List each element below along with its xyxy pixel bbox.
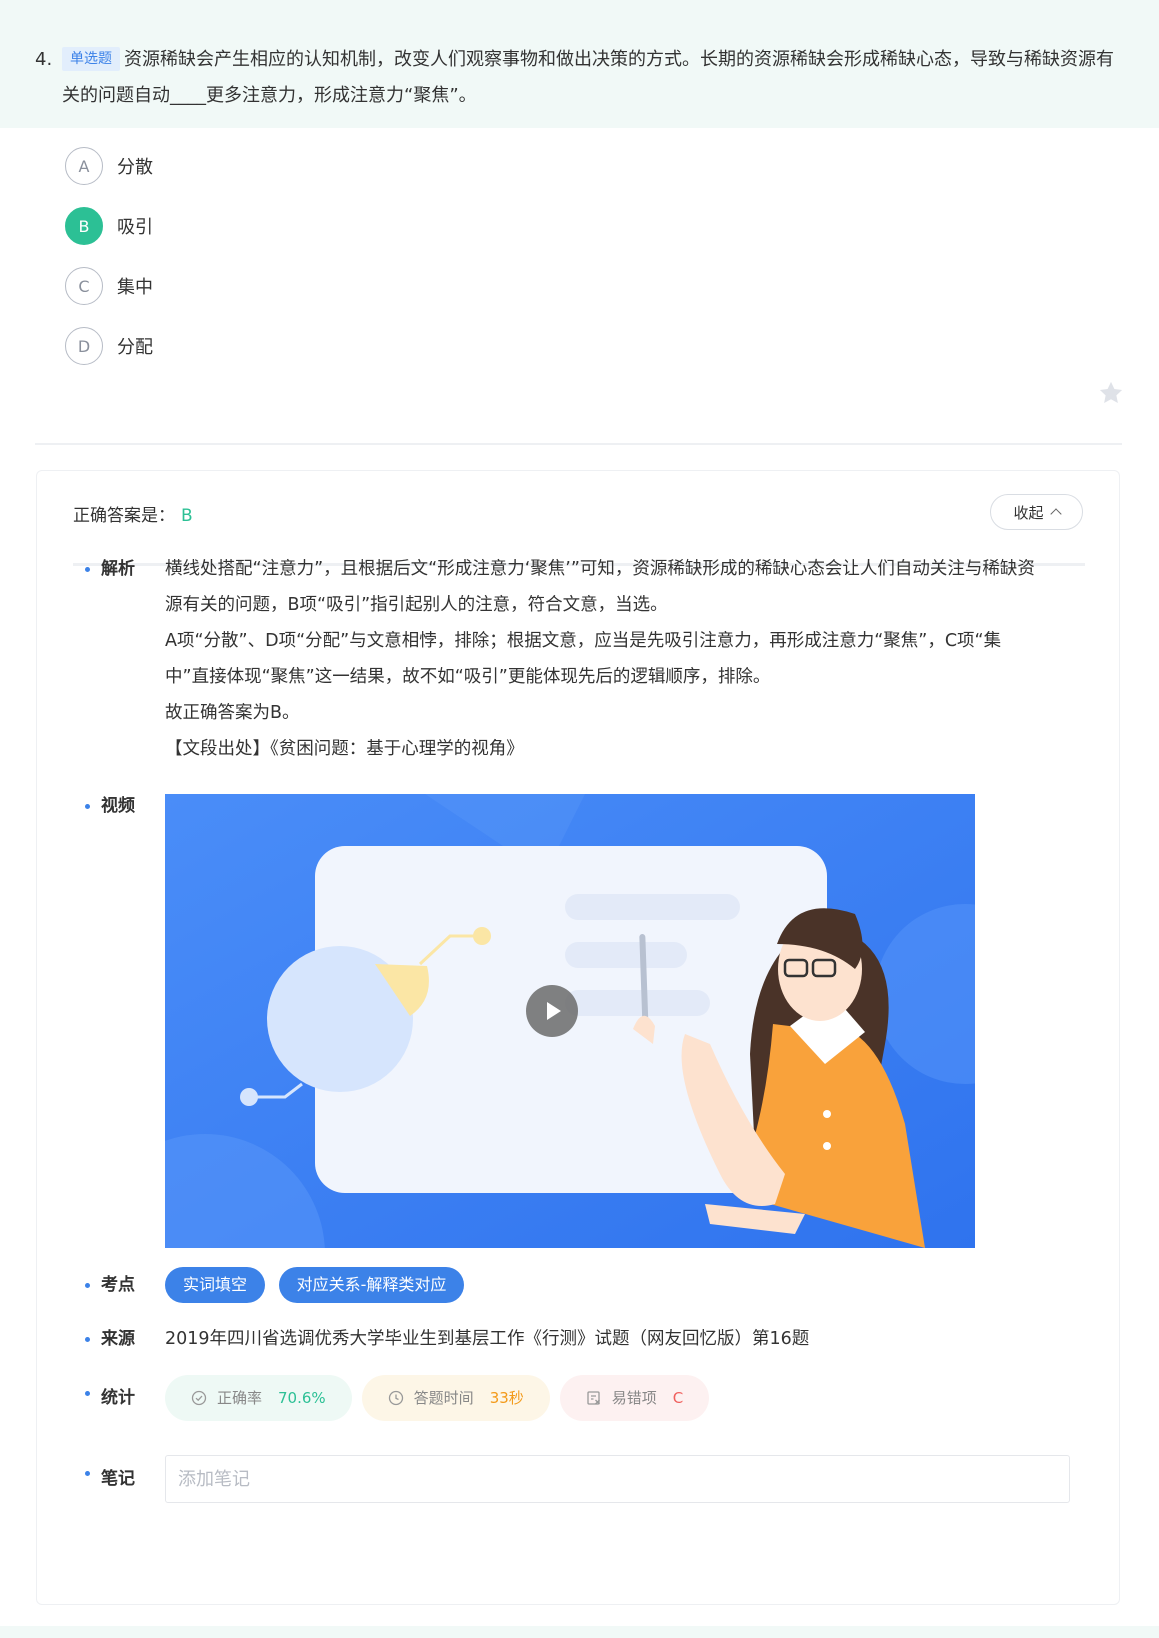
analysis-paragraph: A项“分散”、D项“分配”与文意相悖，排除；根据文意，应当是先吸引注意力，再形成… <box>165 631 1002 687</box>
collapse-label: 收起 <box>1013 503 1044 522</box>
correct-answer-row: 正确答案是： B <box>73 501 193 526</box>
option-c[interactable]: C 集中 <box>65 266 153 306</box>
collapse-button[interactable]: 收起 <box>990 494 1083 530</box>
options-list: A 分散 B 吸引 C 集中 D 分配 <box>65 146 153 386</box>
clock-icon <box>388 1390 403 1406</box>
option-label: 分散 <box>117 157 153 178</box>
answer-time-label: 答题时间 <box>413 1389 474 1407</box>
stats-title: 统计 <box>85 1375 165 1421</box>
accuracy-stat: 正确率 70.6% <box>165 1375 352 1421</box>
question-type-badge: 单选题 <box>62 47 120 71</box>
video-title: 视频 <box>85 788 165 1248</box>
option-d[interactable]: D 分配 <box>65 326 153 366</box>
source-title: 来源 <box>85 1321 165 1357</box>
answer-time-stat: 答题时间 33秒 <box>361 1375 550 1421</box>
option-a[interactable]: A 分散 <box>65 146 153 186</box>
option-label: 吸引 <box>117 217 153 238</box>
chevron-up-icon <box>1049 508 1062 520</box>
favorite-star-icon[interactable] <box>1097 379 1125 407</box>
divider <box>35 443 1122 445</box>
option-letter: A <box>65 147 103 185</box>
error-prone-value: C <box>672 1389 684 1407</box>
notes-section: 笔记 <box>85 1455 1070 1503</box>
option-label: 分配 <box>117 337 153 358</box>
analysis-source: 【文段出处】《贫困问题：基于心理学的视角》 <box>165 739 524 759</box>
correct-answer-label: 正确答案是： <box>73 506 175 526</box>
option-letter: C <box>65 267 103 305</box>
answer-time-value: 33秒 <box>489 1389 524 1407</box>
video-section: 视频 <box>85 788 975 1248</box>
notes-title: 笔记 <box>85 1455 165 1503</box>
error-prone-label: 易错项 <box>611 1389 657 1407</box>
keypoints-section: 考点 实词填空 对应关系-解释类对应 <box>85 1267 472 1303</box>
analysis-paragraph: 故正确答案为B。 <box>165 703 300 723</box>
question-text: 资源稀缺会产生相应的认知机制，改变人们观察事物和做出决策的方式。长期的资源稀缺会… <box>62 49 1114 106</box>
add-note-input[interactable] <box>165 1455 1070 1503</box>
option-letter: B <box>65 207 103 245</box>
stats-section: 统计 正确率 70.6% 答题时间 33秒 易错项 C <box>85 1375 719 1421</box>
analysis-paragraph: 横线处搭配“注意力”，且根据后文“形成注意力‘聚焦’”可知，资源稀缺形成的稀缺心… <box>165 559 1035 615</box>
question-number: 4. <box>35 49 53 70</box>
correct-answer-value: B <box>181 506 193 526</box>
answer-analysis-card: 正确答案是： B 收起 解析 横线处搭配“注意力”，且根据后文“形成注意力‘聚焦’… <box>36 470 1120 1605</box>
error-note-icon <box>587 1391 600 1405</box>
option-b[interactable]: B 吸引 <box>65 206 153 246</box>
source-section: 来源 2019年四川省选调优秀大学毕业生到基层工作《行测》试题（网友回忆版）第1… <box>85 1321 809 1357</box>
accuracy-label: 正确率 <box>217 1389 263 1407</box>
accuracy-check-icon <box>191 1390 207 1406</box>
analysis-title: 解析 <box>85 551 165 767</box>
analysis-section: 解析 横线处搭配“注意力”，且根据后文“形成注意力‘聚焦’”可知，资源稀缺形成的… <box>85 551 1035 767</box>
accuracy-value: 70.6% <box>278 1389 326 1407</box>
question-header: 4. 单选题 资源稀缺会产生相应的认知机制，改变人们观察事物和做出决策的方式。长期… <box>0 0 1159 128</box>
source-text: 2019年四川省选调优秀大学毕业生到基层工作《行测》试题（网友回忆版）第16题 <box>165 1329 810 1349</box>
option-label: 集中 <box>117 277 153 298</box>
video-player[interactable] <box>165 794 975 1248</box>
play-icon[interactable] <box>526 985 578 1037</box>
keypoint-tag[interactable]: 对应关系-解释类对应 <box>278 1267 465 1303</box>
keypoint-tag[interactable]: 实词填空 <box>165 1267 266 1303</box>
keypoints-title: 考点 <box>85 1267 165 1303</box>
error-prone-stat: 易错项 C <box>559 1375 710 1421</box>
bottom-strip <box>0 1626 1159 1638</box>
option-letter: D <box>65 327 103 365</box>
